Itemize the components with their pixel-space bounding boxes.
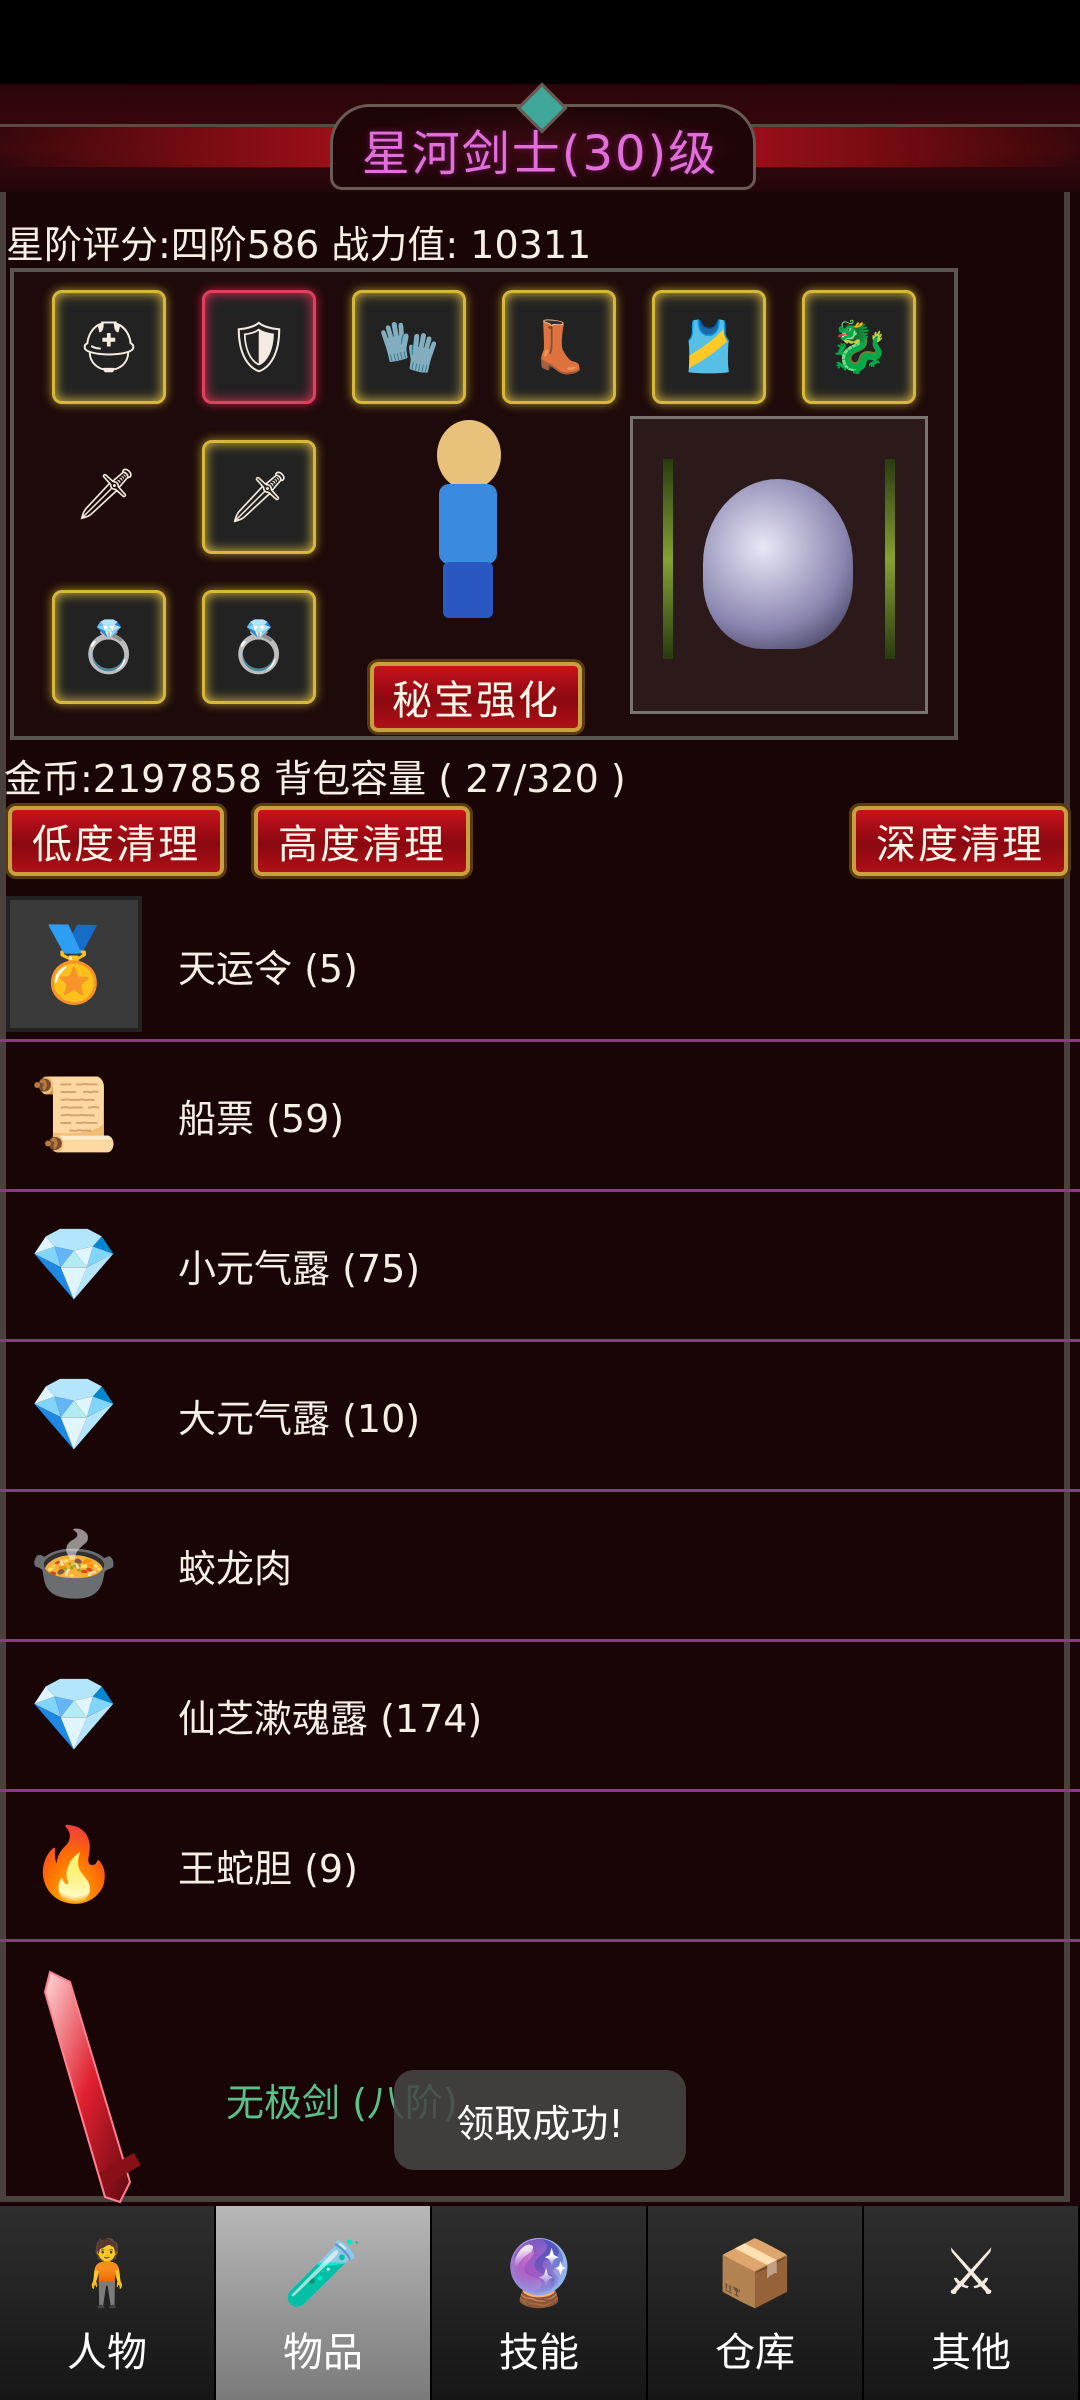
crystal-potion-icon: 💎 (29, 1221, 119, 1306)
list-item[interactable]: 🏅 天运令 (5) (0, 892, 1080, 1042)
list-item[interactable]: 📜 船票 (59) (0, 1042, 1080, 1192)
red-sword-icon (43, 1970, 141, 2204)
equip-slot-helmet[interactable]: ⛑ (52, 290, 166, 404)
character-icon: 🧍 (67, 2236, 147, 2311)
item-name: 仙芝漱魂露 (174) (178, 1697, 483, 1741)
list-item[interactable]: 💎 小元气露 (75) (0, 1192, 1080, 1342)
status-bar (0, 0, 1080, 84)
pet-display[interactable] (630, 416, 928, 714)
high-cleanup-button[interactable]: 高度清理 (254, 806, 470, 876)
character-legs (443, 562, 493, 618)
tab-other[interactable]: ⚔ 其他 (864, 2206, 1080, 2400)
item-name: 王蛇胆 (9) (178, 1847, 358, 1891)
tab-label: 物品 (283, 2330, 363, 2376)
gold-ring-icon: 💍 (227, 617, 291, 676)
tab-label: 仓库 (715, 2330, 795, 2376)
low-cleanup-button[interactable]: 低度清理 (8, 806, 224, 876)
warehouse-icon: 📦 (715, 2236, 795, 2311)
equip-slot-belt[interactable]: 🎽 (652, 290, 766, 404)
equip-slot-boots[interactable]: 👢 (502, 290, 616, 404)
pet-glow-right (885, 459, 895, 659)
other-icon: ⚔ (942, 2236, 1000, 2310)
helmet-icon: ⛑ (77, 317, 141, 376)
tab-label: 其他 (931, 2330, 1011, 2376)
tab-items[interactable]: 🧪 物品 (216, 2206, 432, 2400)
bottom-tab-bar: 🧍 人物 🧪 物品 🔮 技能 📦 仓库 ⚔ 其他 (0, 2206, 1080, 2400)
item-list: 🏅 天运令 (5) 📜 船票 (59) 💎 小元气露 (75) 💎 大元气露 (… (0, 892, 1080, 2232)
equip-slot-armor[interactable]: 🛡 (202, 290, 316, 404)
toast-message: 领取成功! (394, 2070, 686, 2170)
list-item[interactable]: 💎 仙芝漱魂露 (174) (0, 1642, 1080, 1792)
equip-slot-pendant[interactable]: 🐉 (802, 290, 916, 404)
list-item[interactable]: 💎 大元气露 (10) (0, 1342, 1080, 1492)
crystal-potion-icon: 💎 (29, 1371, 119, 1456)
tab-character[interactable]: 🧍 人物 (0, 2206, 216, 2400)
tab-label: 人物 (67, 2330, 147, 2376)
blue-sword-icon: 🗡 (74, 464, 138, 523)
character-head (437, 420, 501, 490)
character-title: 星河剑士(30)级 (361, 126, 719, 182)
star-rating-text: 星阶评分:四阶586 战力值: 10311 (6, 223, 592, 267)
character-body (439, 484, 497, 564)
tab-label: 技能 (499, 2330, 579, 2376)
item-name: 船票 (59) (178, 1097, 345, 1141)
deep-cleanup-button[interactable]: 深度清理 (852, 806, 1068, 876)
fire-gall-icon: 🔥 (29, 1821, 119, 1906)
blue-sword-icon: 🗡 (227, 467, 291, 526)
tab-skills[interactable]: 🔮 技能 (432, 2206, 648, 2400)
boots-icon: 👢 (527, 317, 591, 376)
equip-slot-offhand[interactable]: 🗡 (202, 440, 316, 554)
pet-icon (703, 479, 853, 649)
skill-orb-icon: 🔮 (499, 2236, 579, 2311)
item-name: 大元气露 (10) (178, 1397, 421, 1441)
equip-slot-weapon[interactable]: 🗡 (52, 440, 160, 548)
title-bar: 星河剑士(30)级 (0, 82, 1080, 192)
potion-bag-icon: 🧪 (283, 2236, 363, 2311)
equip-slot-ring-2[interactable]: 💍 (202, 590, 316, 704)
treasure-enhance-button[interactable]: 秘宝强化 (370, 662, 582, 732)
item-name: 天运令 (5) (178, 947, 358, 991)
purple-ring-icon: 💍 (77, 617, 141, 676)
belt-icon: 🎽 (677, 317, 741, 376)
dragon-pendant-icon: 🐉 (827, 317, 891, 376)
meat-dish-icon: 🍲 (29, 1521, 119, 1606)
equip-slot-ring-1[interactable]: 💍 (52, 590, 166, 704)
tab-warehouse[interactable]: 📦 仓库 (648, 2206, 864, 2400)
list-item[interactable]: 🍲 蛟龙肉 (0, 1492, 1080, 1642)
equip-slot-gauntlet[interactable]: 🧤 (352, 290, 466, 404)
pet-glow-left (663, 459, 673, 659)
crystal-potion-icon: 💎 (29, 1671, 119, 1756)
scroll-icon: 📜 (29, 1071, 119, 1156)
item-name: 小元气露 (75) (178, 1247, 421, 1291)
token-icon: 🏅 (6, 896, 142, 1032)
character-avatar (425, 420, 511, 630)
gold-capacity-text: 金币:2197858 背包容量 ( 27/320 ) (4, 757, 626, 801)
item-name: 蛟龙肉 (178, 1547, 293, 1591)
list-item[interactable]: 🔥 王蛇胆 (9) (0, 1792, 1080, 1942)
gauntlet-icon: 🧤 (377, 317, 441, 376)
armor-icon: 🛡 (227, 317, 291, 376)
